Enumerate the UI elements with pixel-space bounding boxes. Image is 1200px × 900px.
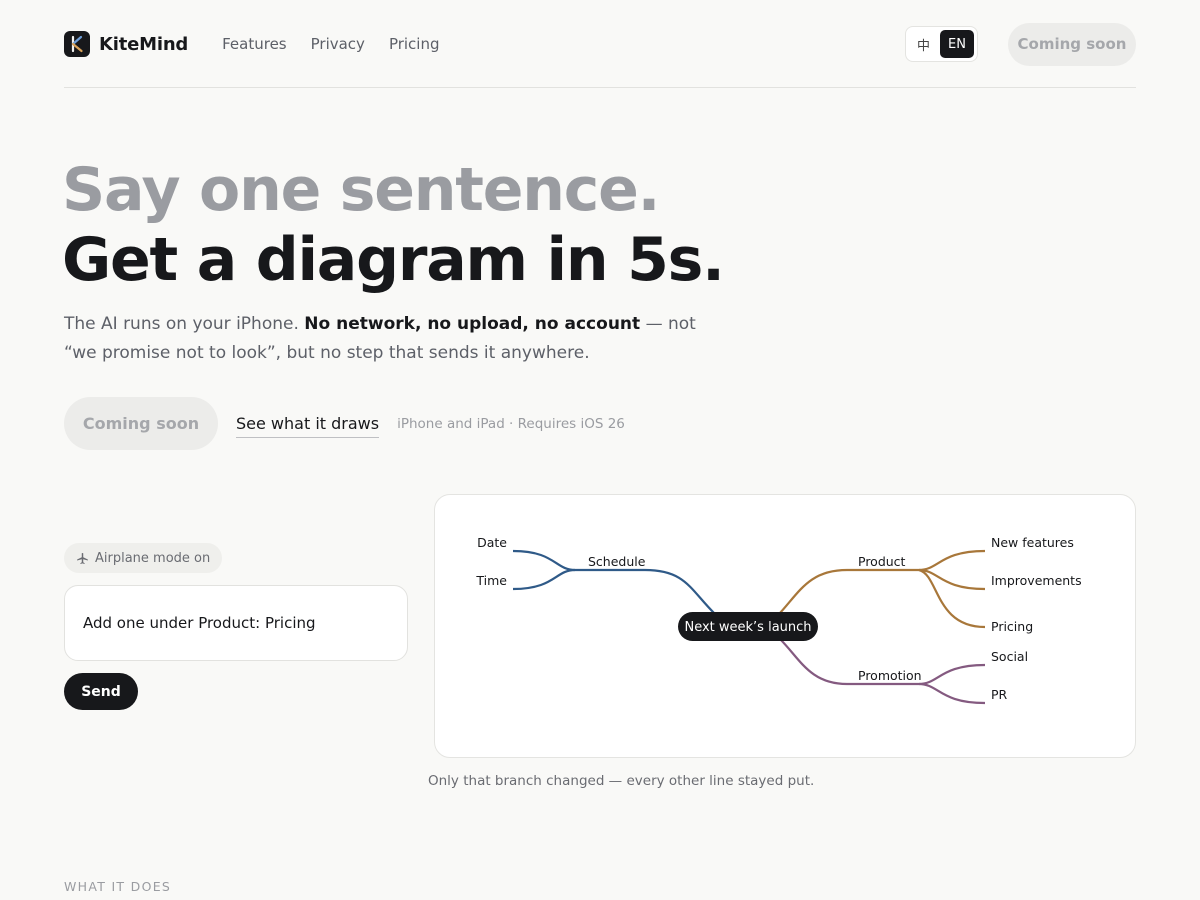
edge-promotion-pr xyxy=(918,682,986,705)
edge-schedule-time xyxy=(512,568,576,591)
kitemind-logo-icon xyxy=(64,31,90,57)
brand[interactable]: KiteMind xyxy=(64,31,188,57)
node-schedule: Schedule xyxy=(588,554,646,569)
diagram-caption: Only that branch changed — every other l… xyxy=(428,773,815,789)
mindmap-card: Next week’s launch Schedule Date Time Pr… xyxy=(434,494,1136,758)
what-it-does-label: WHAT IT DOES xyxy=(64,879,172,894)
node-product: Product xyxy=(858,554,906,569)
hero-headline-line2: Get a diagram in 5s. xyxy=(62,225,725,295)
lang-option-zh[interactable]: 中 xyxy=(909,30,938,58)
edge-schedule-date xyxy=(512,549,576,572)
hero-cta-row: Coming soon See what it draws iPhone and… xyxy=(64,397,625,450)
center-node-label: Next week’s launch xyxy=(684,620,811,635)
see-what-it-draws-link[interactable]: See what it draws xyxy=(236,414,380,438)
sub-bold: No network, no upload, no account xyxy=(304,314,641,334)
node-promotion: Promotion xyxy=(858,668,922,683)
airplane-mode-label: Airplane mode on xyxy=(95,550,211,566)
node-improvements: Improvements xyxy=(991,573,1082,588)
main-nav: Features Privacy Pricing xyxy=(222,35,439,53)
send-button[interactable]: Send xyxy=(64,673,138,710)
edge-center-product xyxy=(779,568,919,614)
platform-requirement: iPhone and iPad · Requires iOS 26 xyxy=(397,415,625,432)
mindmap-diagram: Next week’s launch Schedule Date Time Pr… xyxy=(475,535,1082,705)
nav-features[interactable]: Features xyxy=(222,35,287,53)
node-pr: PR xyxy=(991,687,1008,702)
sub-intro: The AI runs on your iPhone. xyxy=(64,314,299,334)
airplane-icon xyxy=(77,552,88,564)
edge-promotion-social xyxy=(918,663,986,686)
header-coming-soon-button[interactable]: Coming soon xyxy=(1008,22,1136,66)
node-time: Time xyxy=(475,573,507,588)
hero-headline-line1: Say one sentence. xyxy=(62,155,660,225)
airplane-mode-badge: Airplane mode on xyxy=(64,543,223,573)
hero-subheading: The AI runs on your iPhone. No network, … xyxy=(64,310,704,368)
edge-product-pricing xyxy=(918,568,986,629)
node-pricing: Pricing xyxy=(991,619,1033,634)
node-date: Date xyxy=(477,535,507,550)
header-divider xyxy=(64,87,1136,88)
edge-product-new-features xyxy=(918,549,986,572)
landing-page: KiteMind Features Privacy Pricing 中 EN C… xyxy=(0,0,1200,900)
node-new-features: New features xyxy=(991,535,1074,550)
node-social: Social xyxy=(991,649,1028,664)
nav-privacy[interactable]: Privacy xyxy=(311,35,365,53)
hero-coming-soon-button[interactable]: Coming soon xyxy=(64,397,218,450)
header-actions: 中 EN Coming soon xyxy=(905,22,1136,66)
nav-pricing[interactable]: Pricing xyxy=(389,35,440,53)
site-header: KiteMind Features Privacy Pricing 中 EN C… xyxy=(64,22,1136,66)
lang-option-en[interactable]: EN xyxy=(940,30,974,58)
edge-center-schedule xyxy=(575,568,715,614)
language-switcher: 中 EN xyxy=(905,26,978,62)
brand-name: KiteMind xyxy=(99,33,189,55)
chat-message-input[interactable]: Add one under Product: Pricing xyxy=(64,585,408,661)
